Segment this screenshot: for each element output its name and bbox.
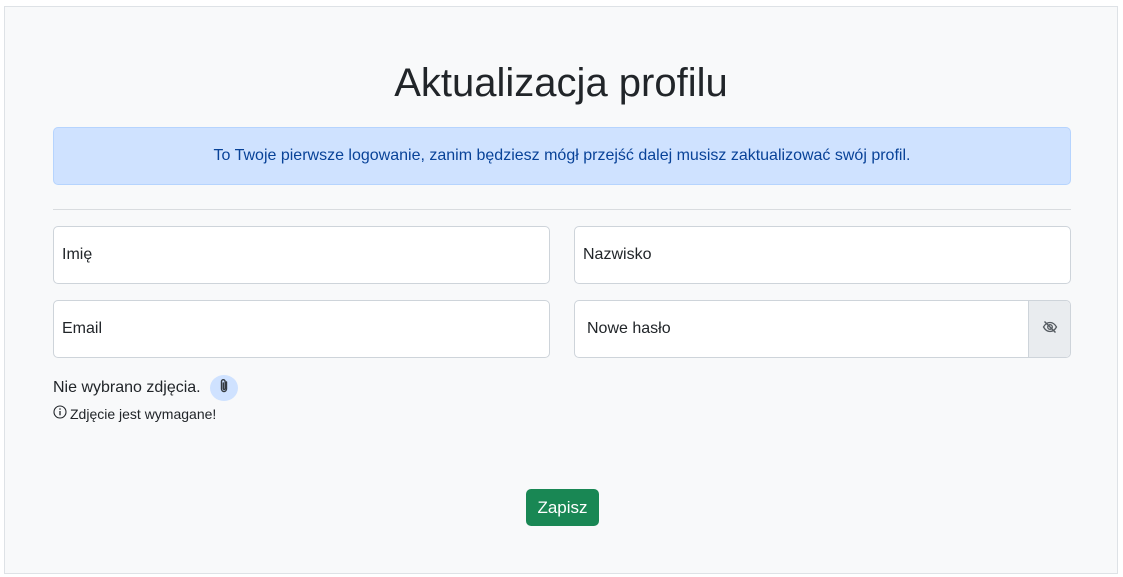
photo-error-text: Zdjęcie jest wymagane!: [70, 405, 217, 422]
paperclip-icon: [218, 378, 230, 399]
email-field-wrapper: [53, 300, 550, 358]
info-circle-icon: [53, 405, 70, 422]
eye-slash-icon: [1042, 319, 1058, 340]
photo-upload-row: Nie wybrano zdjęcia.: [53, 375, 238, 401]
photo-error-row: Zdjęcie jest wymagane!: [53, 405, 216, 422]
info-alert: To Twoje pierwsze logowanie, zanim będzi…: [53, 127, 1071, 185]
profile-card: Aktualizacja profilu To Twoje pierwsze l…: [4, 6, 1118, 574]
new-password-field-wrapper: [574, 300, 1071, 358]
photo-status-text: Nie wybrano zdjęcia.: [53, 379, 201, 396]
last-name-field-wrapper: [574, 226, 1071, 284]
first-name-input[interactable]: [54, 227, 549, 283]
last-name-input[interactable]: [575, 227, 1070, 283]
divider: [53, 209, 1071, 210]
email-input[interactable]: [54, 301, 549, 357]
info-alert-text: To Twoje pierwsze logowanie, zanim będzi…: [213, 147, 911, 164]
first-name-field-wrapper: [53, 226, 550, 284]
save-button[interactable]: Zapisz: [526, 489, 599, 526]
toggle-password-visibility-button[interactable]: [1028, 301, 1070, 357]
page-title: Aktualizacja profilu: [394, 61, 728, 105]
new-password-input[interactable]: [575, 301, 1028, 357]
attach-photo-button[interactable]: [209, 375, 238, 401]
